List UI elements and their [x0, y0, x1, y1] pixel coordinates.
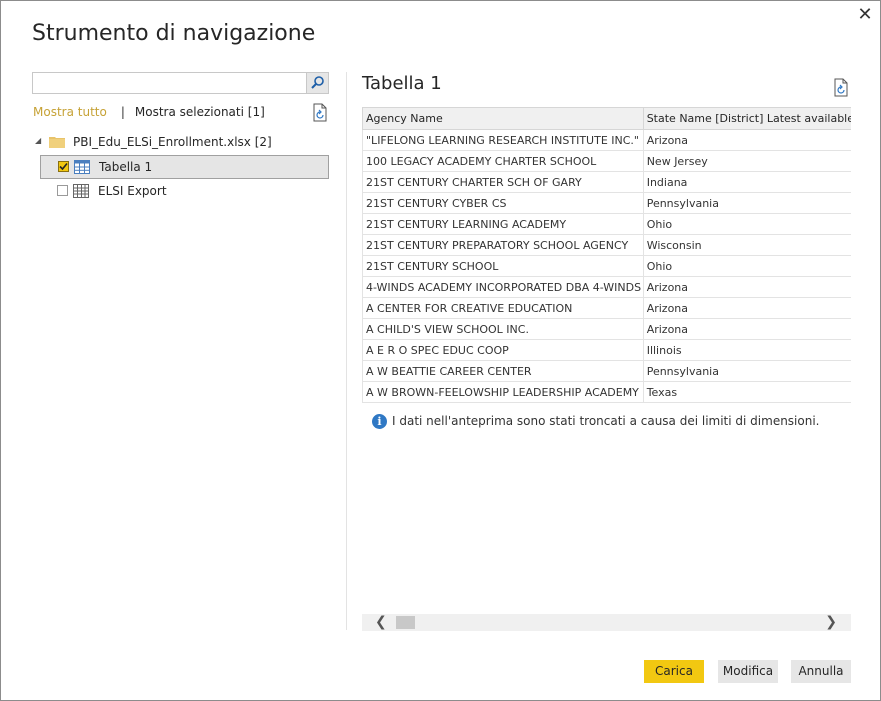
preview-title: Tabella 1 — [362, 73, 442, 94]
show-all-link[interactable]: Mostra tutto — [33, 105, 107, 119]
table-cell: 21ST CENTURY LEARNING ACADEMY — [362, 213, 644, 235]
table-row: 21ST CENTURY PREPARATORY SCHOOL AGENCY Wi… — [362, 234, 851, 256]
header-row: Agency Name State Name [District] Latest… — [362, 107, 851, 130]
elsi-export-checkbox[interactable] — [57, 185, 68, 196]
table-row: A W BEATTIE CAREER CENTER Pennsylvania — [362, 360, 851, 382]
edit-button[interactable]: Modifica — [718, 660, 778, 683]
truncation-notice-text: I dati nell'anteprima sono stati troncat… — [392, 414, 820, 428]
table-cell: A E R O SPEC EDUC COOP — [362, 339, 644, 361]
filter-row: Mostra tutto | Mostra selezionati [1] — [33, 105, 265, 119]
horizontal-scrollbar[interactable]: ❮ ❯ — [362, 614, 851, 631]
table-row: 21ST CENTURY LEARNING ACADEMY Ohio — [362, 213, 851, 235]
preview-grid[interactable]: Agency Name State Name [District] Latest… — [362, 107, 851, 403]
table-cell: Indiana — [642, 171, 851, 193]
scroll-left-icon[interactable]: ❮ — [375, 614, 387, 631]
tree-item-label: Tabella 1 — [99, 160, 153, 174]
table-cell: 100 LEGACY ACADEMY CHARTER SCHOOL — [362, 150, 644, 172]
table-cell: New Jersey — [642, 150, 851, 172]
table-row: 21ST CENTURY SCHOOL Ohio — [362, 255, 851, 277]
refresh-list-button[interactable] — [312, 103, 330, 123]
search-box — [32, 72, 329, 94]
filter-separator: | — [120, 105, 125, 119]
table-row: 21ST CENTURY CYBER CS Pennsylvania — [362, 192, 851, 214]
search-input[interactable] — [35, 74, 309, 92]
cancel-button[interactable]: Annulla — [791, 660, 851, 683]
search-button[interactable] — [306, 73, 328, 93]
scrollbar-thumb[interactable] — [396, 616, 415, 629]
table-cell: Illinois — [642, 339, 851, 361]
refresh-document-icon — [313, 103, 327, 122]
collapse-caret-icon[interactable]: ◢ — [35, 136, 41, 145]
table-cell: A CENTER FOR CREATIVE EDUCATION — [362, 297, 644, 319]
checkmark-icon — [59, 162, 68, 171]
tree-item-label: ELSI Export — [98, 184, 167, 198]
table-cell: 21ST CENTURY PREPARATORY SCHOOL AGENCY — [362, 234, 644, 256]
table-icon — [74, 160, 90, 174]
preview-table: Agency Name State Name [District] Latest… — [362, 107, 851, 403]
table-cell: Arizona — [642, 276, 851, 298]
table-cell: A W BROWN-FEELOWSHIP LEADERSHIP ACADEMY — [362, 381, 644, 403]
table-row: "LIFELONG LEARNING RESEARCH INSTITUTE IN… — [362, 129, 851, 151]
dialog-title: Strumento di navigazione — [32, 21, 316, 46]
table-cell: A W BEATTIE CAREER CENTER — [362, 360, 644, 382]
table-row: A W BROWN-FEELOWSHIP LEADERSHIP ACADEMY T… — [362, 381, 851, 403]
refresh-preview-button[interactable] — [833, 78, 851, 98]
refresh-document-icon — [834, 78, 848, 97]
close-icon[interactable]: ✕ — [854, 5, 876, 27]
tree-item-tabella-1[interactable]: Tabella 1 — [40, 155, 329, 179]
column-header[interactable]: State Name [District] Latest available y… — [642, 107, 851, 130]
table-cell: Pennsylvania — [642, 360, 851, 382]
table-cell: Ohio — [642, 213, 851, 235]
truncation-notice: i I dati nell'anteprima sono stati tronca… — [372, 414, 819, 429]
table-cell: 21ST CENTURY CYBER CS — [362, 192, 644, 214]
table-cell: Arizona — [642, 129, 851, 151]
table-row: A CHILD'S VIEW SCHOOL INC. Arizona — [362, 318, 851, 340]
table-cell: Texas — [642, 381, 851, 403]
table-cell: "LIFELONG LEARNING RESEARCH INSTITUTE IN… — [362, 129, 644, 151]
table-row: A CENTER FOR CREATIVE EDUCATION Arizona — [362, 297, 851, 319]
table-cell: Arizona — [642, 318, 851, 340]
table-cell: Arizona — [642, 297, 851, 319]
table-cell: Ohio — [642, 255, 851, 277]
tree-item-elsi-export[interactable]: ELSI Export — [40, 180, 329, 204]
table-cell: Pennsylvania — [642, 192, 851, 214]
table-cell: 4-WINDS ACADEMY INCORPORATED DBA 4-WINDS… — [362, 276, 644, 298]
table-cell: 21ST CENTURY CHARTER SCH OF GARY — [362, 171, 644, 193]
pane-divider — [346, 72, 347, 630]
table-row: 100 LEGACY ACADEMY CHARTER SCHOOL New Jer… — [362, 150, 851, 172]
folder-icon — [49, 137, 65, 148]
table-row: A E R O SPEC EDUC COOP Illinois — [362, 339, 851, 361]
show-selected-link[interactable]: Mostra selezionati [1] — [135, 105, 265, 119]
tree-root-label: PBI_Edu_ELSi_Enrollment.xlsx [2] — [73, 135, 272, 149]
table-cell: A CHILD'S VIEW SCHOOL INC. — [362, 318, 644, 340]
table-cell: 21ST CENTURY SCHOOL — [362, 255, 644, 277]
sheet-icon — [73, 184, 89, 198]
info-icon: i — [372, 414, 387, 429]
table-row: 21ST CENTURY CHARTER SCH OF GARY Indiana — [362, 171, 851, 193]
column-header[interactable]: Agency Name — [362, 107, 644, 130]
table-row: 4-WINDS ACADEMY INCORPORATED DBA 4-WINDS… — [362, 276, 851, 298]
table-cell: Wisconsin — [642, 234, 851, 256]
scroll-right-icon[interactable]: ❯ — [825, 614, 837, 631]
navigator-dialog: ✕ Strumento di navigazione Mostra tutto |… — [0, 0, 881, 701]
search-icon — [311, 76, 324, 89]
tabella-1-checkbox[interactable] — [58, 161, 69, 172]
load-button[interactable]: Carica — [644, 660, 704, 683]
